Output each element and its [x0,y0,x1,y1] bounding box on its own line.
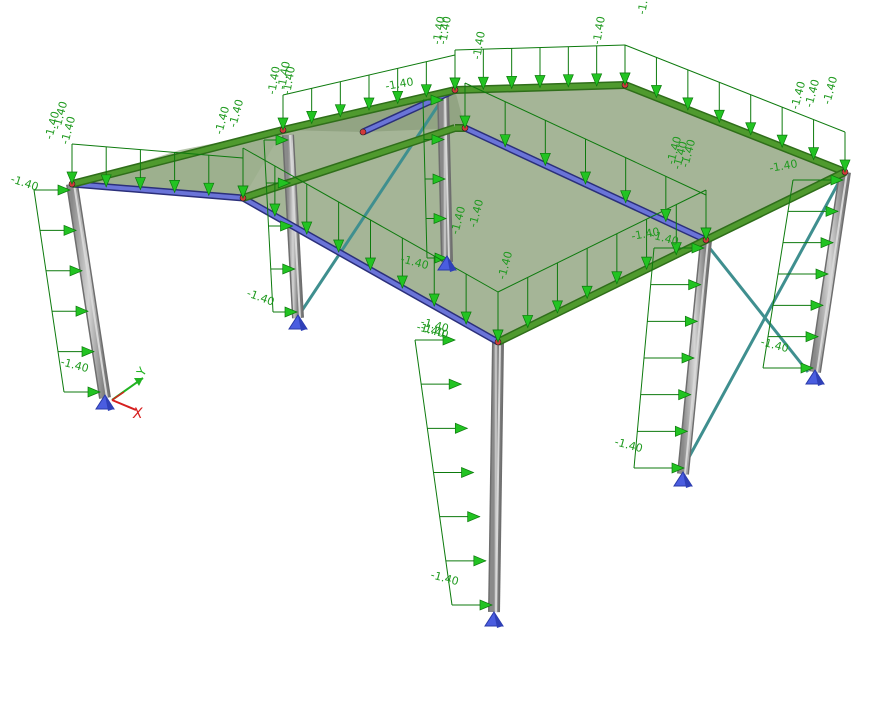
load-arrow-icon [461,466,475,479]
coordinate-axis-icon: Y X [111,364,150,422]
load-value-label: -1.40 [9,172,40,193]
load-value-label: -1.40 [226,98,246,129]
axis-x-label: X [132,406,143,422]
node-point [359,128,367,136]
load-arrow-icon [473,555,487,567]
load-envelope-line [33,189,65,393]
load-value-label: -1.40 [820,75,840,106]
axis-y-label: Y [133,364,150,379]
load-value-label: -1.40 [759,335,790,355]
structure-3d-view[interactable]: -1.40 -1.40 -1.40 -1.40 -1.40 -1.40 -1.40 -1.40… [0,0,892,707]
load-arrow-icon [448,378,463,390]
load-arrow-icon [467,511,481,523]
load-value-label: -1.40 [429,568,460,588]
load-value-label: -1.40 [590,15,608,45]
load-value-label: -1.40 [59,355,90,375]
axis-y-arrow-icon [134,378,143,386]
load-value-label: -1.40 [384,75,414,93]
load-arrow-icon [454,422,469,434]
axis-x-guide [111,391,125,401]
load-value-label: -1.40 [613,435,644,455]
model-viewport[interactable]: -1.40 -1.40 -1.40 -1.40 -1.40 -1.40 -1.40 -1.40… [0,0,892,707]
load-value-label: -1.40 [635,0,653,16]
load-value-label: -1.40 [470,30,488,60]
